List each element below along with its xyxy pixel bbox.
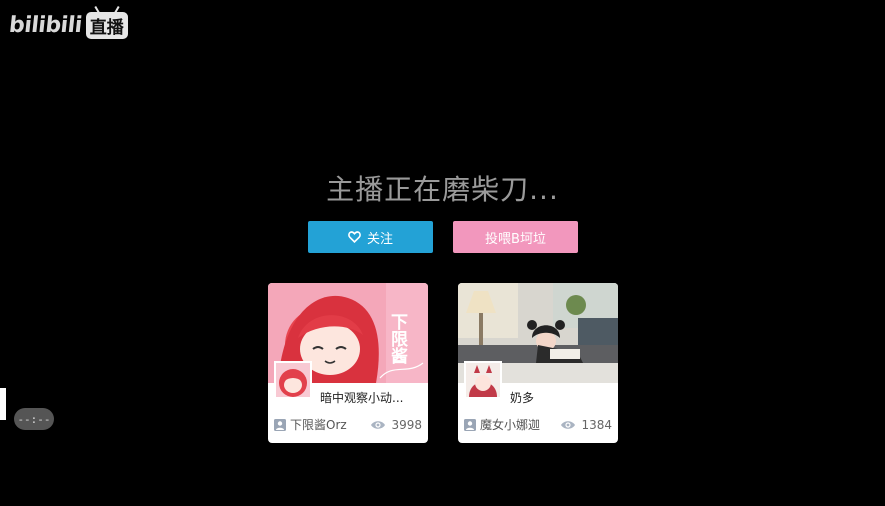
card-footer: 魔女小娜迦 1384 bbox=[464, 416, 612, 433]
bilibili-live-logo[interactable]: bilibili 直播 bbox=[7, 12, 128, 39]
card-title[interactable]: 暗中观察小动... bbox=[320, 389, 403, 406]
follow-label: 关注 bbox=[366, 231, 393, 247]
offline-message: 主播正在磨柴刀... bbox=[326, 173, 559, 206]
time-display: --:-- bbox=[14, 408, 54, 430]
avatar[interactable] bbox=[464, 361, 502, 399]
tip-button[interactable]: 投喂B坷垃 bbox=[453, 221, 578, 253]
user-icon bbox=[464, 418, 476, 431]
uploader-name[interactable]: 魔女小娜迦 bbox=[480, 416, 560, 433]
logo-text: bilibili bbox=[7, 13, 84, 38]
view-count-value: 1384 bbox=[581, 417, 612, 432]
heart-icon bbox=[348, 231, 361, 243]
logo-live-badge: 直播 bbox=[85, 12, 128, 39]
user-icon bbox=[274, 418, 286, 431]
cover-text: 下限酱 bbox=[387, 313, 408, 365]
view-count: 1384 bbox=[560, 418, 612, 432]
side-panel-edge-icon[interactable] bbox=[0, 384, 10, 434]
card-title[interactable]: 奶多 bbox=[510, 389, 534, 406]
recommendation-card[interactable]: 奶多 魔女小娜迦 1384 bbox=[458, 283, 618, 443]
view-count: 3998 bbox=[370, 418, 422, 432]
card-footer: 下限酱Orz 3998 bbox=[274, 416, 422, 433]
tip-label: 投喂B坷垃 bbox=[485, 231, 546, 247]
eye-icon bbox=[561, 420, 576, 429]
follow-button[interactable]: 关注 bbox=[308, 221, 433, 253]
uploader-name[interactable]: 下限酱Orz bbox=[290, 416, 370, 433]
view-count-value: 3998 bbox=[391, 417, 422, 432]
recommendation-card[interactable]: 下限酱 暗中观察小动... 下限酱Orz 3998 bbox=[268, 283, 428, 443]
avatar[interactable] bbox=[274, 361, 312, 399]
eye-icon bbox=[371, 420, 386, 429]
